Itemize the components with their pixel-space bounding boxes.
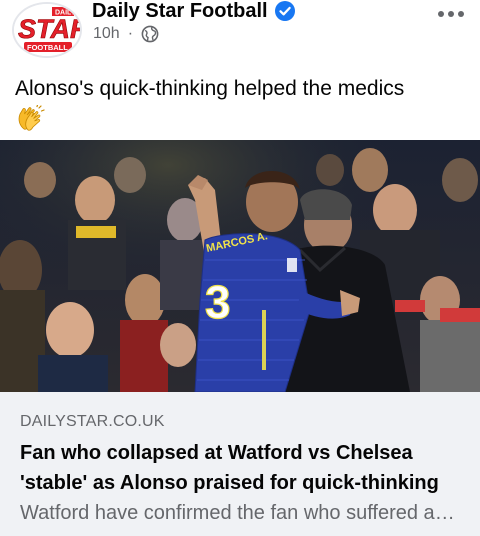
football-photo-image: MARCOS A. 3 bbox=[0, 140, 480, 392]
globe-icon bbox=[141, 25, 159, 43]
daily-star-logo: DAILY STAR FOOTBALL bbox=[14, 4, 80, 56]
svg-text:FOOTBALL: FOOTBALL bbox=[27, 43, 68, 52]
post-timestamp[interactable]: 10h bbox=[93, 25, 120, 43]
link-title[interactable]: Fan who collapsed at Watford vs Chelsea … bbox=[20, 438, 460, 498]
page-name[interactable]: Daily Star Football bbox=[92, 0, 268, 23]
post-caption: Alonso's quick-thinking helped the medic… bbox=[15, 77, 405, 100]
page-avatar[interactable]: DAILY STAR FOOTBALL bbox=[12, 2, 82, 58]
link-description: Watford have confirmed the fan who suffe… bbox=[20, 502, 460, 524]
clapping-hands-emoji bbox=[18, 105, 45, 131]
page-name-row: Daily Star Football bbox=[92, 0, 295, 22]
post-header: DAILY STAR FOOTBALL Daily Star Football … bbox=[0, 0, 480, 60]
post-meta: 10h · bbox=[93, 25, 159, 43]
post-photo[interactable]: MARCOS A. 3 bbox=[0, 140, 480, 392]
more-horizontal-icon[interactable] bbox=[436, 7, 466, 21]
verified-badge-icon bbox=[274, 1, 295, 21]
meta-separator: · bbox=[127, 25, 134, 42]
jersey-number: 3 bbox=[205, 276, 231, 328]
svg-text:STAR: STAR bbox=[18, 14, 80, 44]
link-domain: DAILYSTAR.CO.UK bbox=[20, 413, 165, 430]
